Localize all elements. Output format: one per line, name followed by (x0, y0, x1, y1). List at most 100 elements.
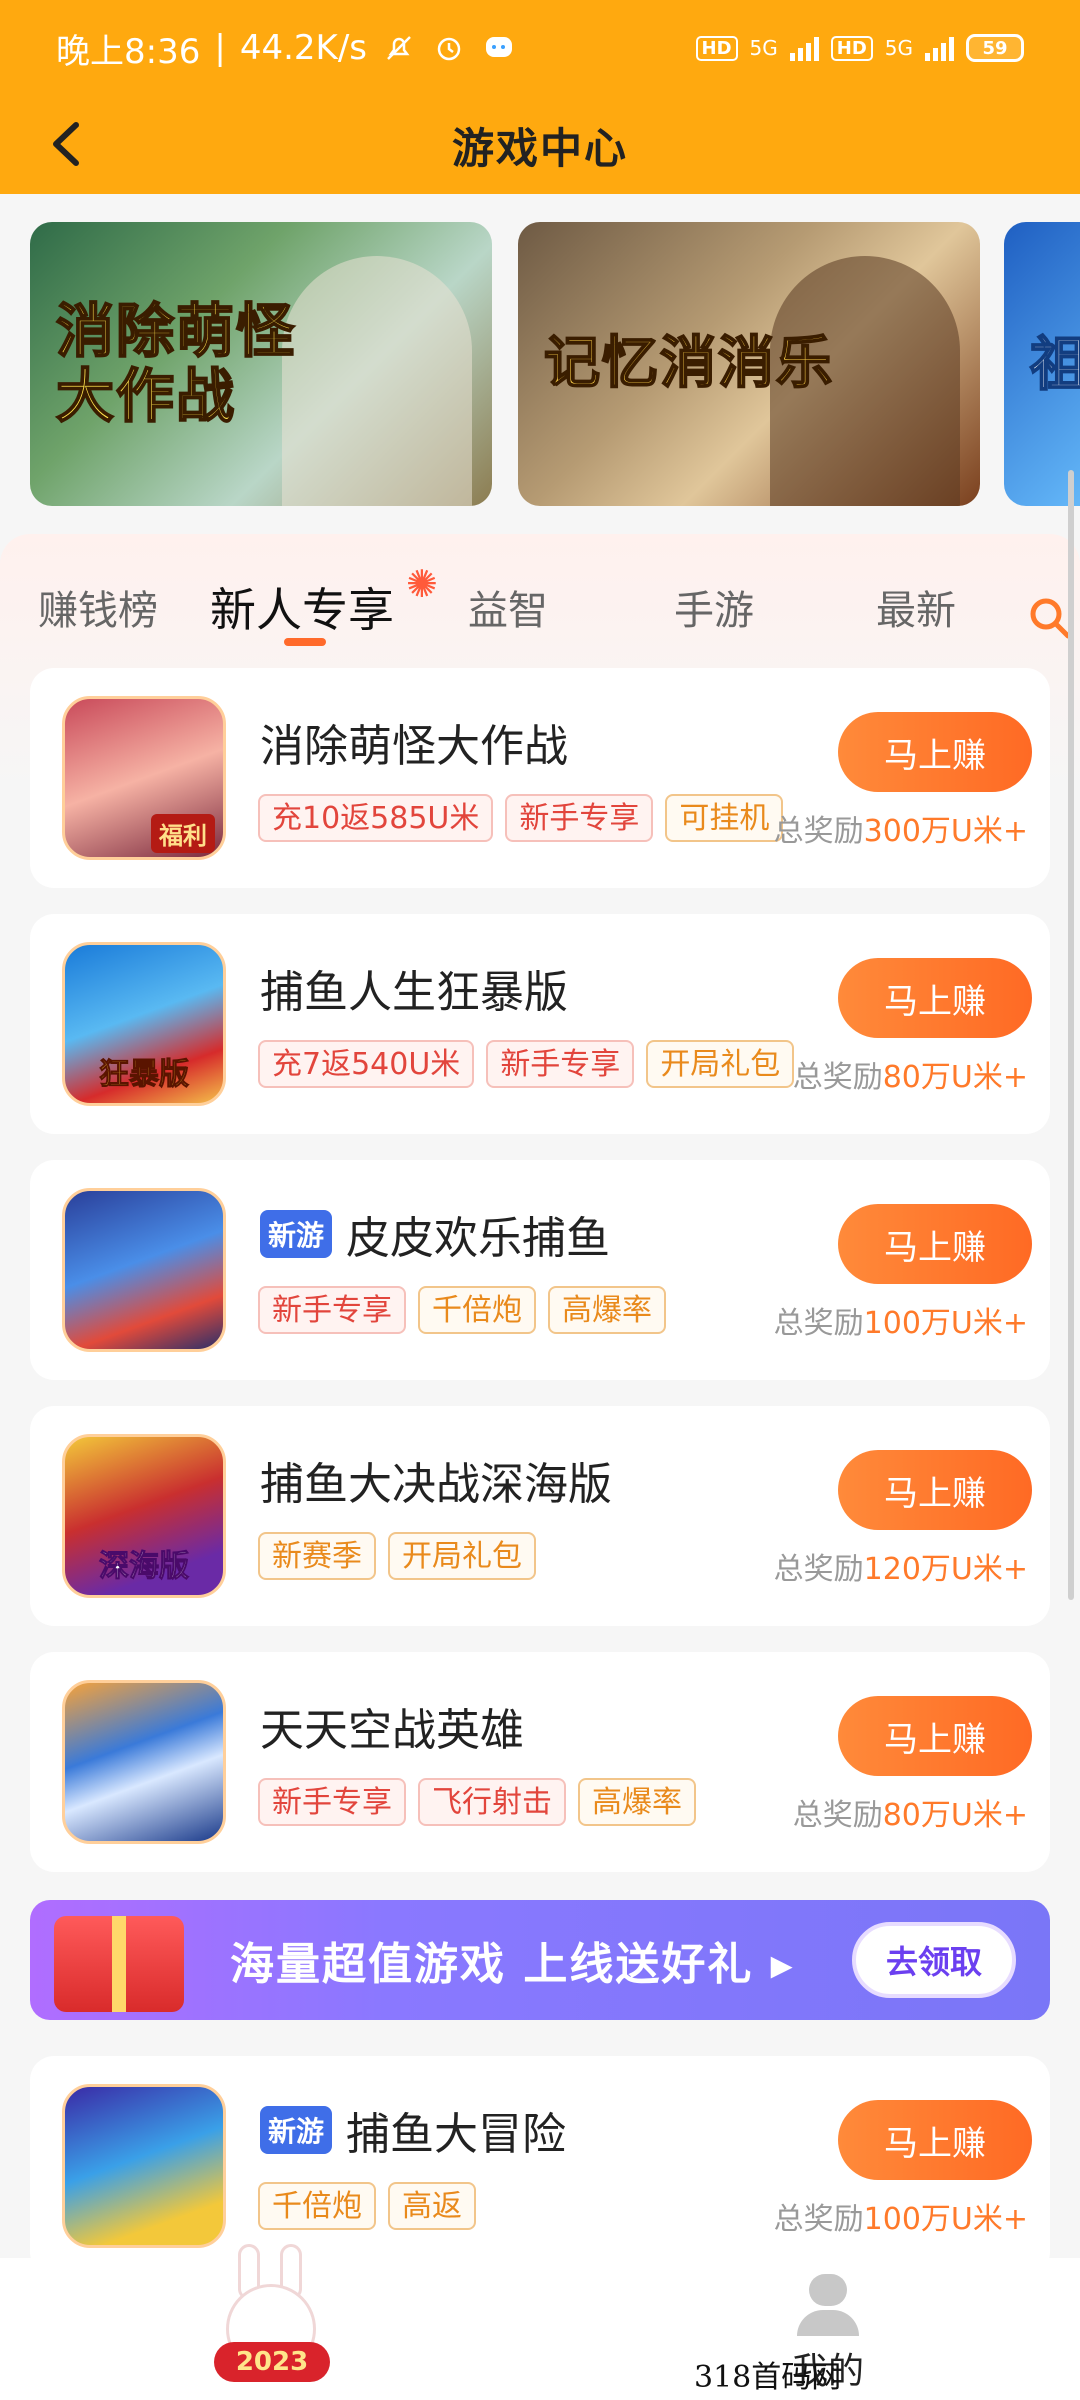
status-speed: 44.2K/s (239, 28, 367, 68)
game-tag: 千倍炮 (418, 1286, 536, 1334)
net-label-2: 5G (884, 36, 913, 60)
game-tag: 可挂机 (665, 794, 784, 842)
sparkle-icon: ✺ (406, 562, 438, 606)
mute-icon (381, 30, 417, 66)
tab-earn-ranking[interactable]: 赚钱榜 (38, 578, 158, 636)
earn-now-button[interactable]: 马上赚 (838, 712, 1032, 792)
banner-title-3: 祖 (1029, 329, 1080, 398)
user-icon (809, 2274, 847, 2307)
game-icon: 深海版 (62, 1434, 226, 1598)
scrollbar[interactable] (1068, 470, 1074, 1600)
banner-carousel[interactable]: 消除萌怪 大作战 记忆消消乐 祖 (0, 222, 1080, 508)
status-time: 晚上8:36 (56, 31, 201, 72)
alarm-icon (431, 30, 467, 66)
game-tag: 高爆率 (578, 1778, 696, 1826)
game-tag: 开局礼包 (388, 1532, 536, 1580)
game-tag: 新赛季 (258, 1532, 376, 1580)
game-name: 捕鱼大决战深海版 (260, 1459, 612, 1510)
game-icon: 狂暴版 (62, 942, 226, 1106)
rabbit-year-tab[interactable]: 2023 (196, 2244, 346, 2394)
banner-game-2[interactable]: 记忆消消乐 (518, 222, 980, 506)
earn-now-button[interactable]: 马上赚 (838, 958, 1032, 1038)
game-tag: 新手专享 (486, 1040, 635, 1088)
page-title: 游戏中心 (451, 123, 628, 173)
icon-badge: 深海版 (99, 1549, 190, 1585)
new-game-badge: 新游 (260, 1210, 333, 1258)
game-tags: 充10返585U米 新手专享 可挂机 (258, 794, 784, 842)
game-tag: 高返 (388, 2182, 476, 2230)
game-tag: 千倍炮 (258, 2182, 376, 2230)
chat-icon (481, 30, 517, 66)
hd-badge-2: HD (830, 35, 873, 61)
total-reward: 总奖励100万U米+ (773, 2202, 1028, 2237)
game-card[interactable]: 福利 消除萌怪大作战 充10返585U米 新手专享 可挂机 马上赚 总奖励300… (30, 668, 1050, 888)
game-tag: 新手专享 (505, 794, 654, 842)
tab-newcomer[interactable]: 新人专享 (210, 574, 394, 640)
game-name: 新游 捕鱼大冒险 (260, 2098, 566, 2162)
page-header: 游戏中心 (0, 96, 1080, 194)
game-name: 天天空战英雄 (260, 1705, 524, 1756)
total-reward: 总奖励300万U米+ (773, 814, 1028, 849)
banner-game-1[interactable]: 消除萌怪 大作战 (30, 222, 492, 506)
search-icon[interactable] (1028, 596, 1072, 640)
watermark: 318首码网 www.e318.com (694, 2360, 925, 2400)
game-name: 新游 皮皮欢乐捕鱼 (260, 1202, 610, 1266)
game-tags: 新赛季 开局礼包 (258, 1532, 536, 1580)
banner-character (282, 256, 472, 506)
game-tag: 高爆率 (548, 1286, 666, 1334)
total-reward: 总奖励120万U米+ (773, 1552, 1028, 1587)
year-label: 2023 (214, 2342, 330, 2382)
signal-icon-1 (789, 35, 819, 61)
game-tag: 开局礼包 (646, 1040, 795, 1088)
status-bar: 晚上8:36 | 44.2K/s HD 5G HD 5G 59 (0, 0, 1080, 96)
game-icon (62, 2084, 226, 2248)
game-tag: 充7返540U米 (258, 1040, 475, 1088)
game-tag: 新手专享 (258, 1778, 406, 1826)
game-icon (62, 1680, 226, 1844)
banner-game-3[interactable]: 祖 (1004, 222, 1080, 506)
total-reward: 总奖励100万U米+ (773, 1306, 1028, 1341)
earn-now-button[interactable]: 马上赚 (838, 1696, 1032, 1776)
game-tags: 新手专享 千倍炮 高爆率 (258, 1286, 666, 1334)
gift-box-icon (54, 1916, 184, 2012)
icon-badge: 福利 (151, 814, 215, 853)
tab-active-indicator (284, 638, 326, 646)
back-button[interactable] (36, 114, 96, 174)
total-reward: 总奖励80万U米+ (792, 1060, 1028, 1095)
game-tag: 新手专享 (258, 1286, 406, 1334)
game-tag: 飞行射击 (418, 1778, 566, 1826)
tab-latest[interactable]: 最新 (876, 578, 956, 636)
top-bar: 晚上8:36 | 44.2K/s HD 5G HD 5G 59 游戏中心 (0, 0, 1080, 194)
game-tags: 充7返540U米 新手专享 开局礼包 (258, 1040, 795, 1088)
net-label-1: 5G (749, 36, 778, 60)
game-card[interactable]: 新游 捕鱼大冒险 千倍炮 高返 马上赚 总奖励100万U米+ (30, 2056, 1050, 2276)
icon-badge: 狂暴版 (99, 1057, 190, 1093)
game-tags: 新手专享 飞行射击 高爆率 (258, 1778, 696, 1826)
game-tags: 千倍炮 高返 (258, 2182, 476, 2230)
game-card[interactable]: 狂暴版 捕鱼人生狂暴版 充7返540U米 新手专享 开局礼包 马上赚 总奖励80… (30, 914, 1050, 1134)
game-tag: 充10返585U米 (258, 794, 494, 842)
game-card[interactable]: 新游 皮皮欢乐捕鱼 新手专享 千倍炮 高爆率 马上赚 总奖励100万U米+ (30, 1160, 1050, 1380)
promo-text: 海量超值游戏 上线送好礼 ▸ (230, 1939, 795, 1990)
game-name: 消除萌怪大作战 (260, 721, 568, 772)
promo-banner[interactable]: 海量超值游戏 上线送好礼 ▸ 去领取 (30, 1900, 1050, 2020)
category-tabs: 赚钱榜 新人专享 ✺ 益智 手游 最新 (0, 558, 1080, 648)
total-reward: 总奖励80万U米+ (792, 1798, 1028, 1833)
game-icon: 福利 (62, 696, 226, 860)
tab-mobile[interactable]: 手游 (674, 578, 754, 636)
signal-icon-2 (925, 35, 954, 61)
chevron-left-icon (53, 122, 79, 166)
game-card[interactable]: 深海版 捕鱼大决战深海版 新赛季 开局礼包 马上赚 总奖励120万U米+ (30, 1406, 1050, 1626)
tab-puzzle[interactable]: 益智 (468, 578, 548, 636)
hd-badge-1: HD (695, 35, 738, 61)
game-name: 捕鱼人生狂暴版 (260, 967, 568, 1018)
earn-now-button[interactable]: 马上赚 (838, 1204, 1032, 1284)
banner-title-2: 记忆消消乐 (543, 330, 834, 396)
earn-now-button[interactable]: 马上赚 (838, 1450, 1032, 1530)
earn-now-button[interactable]: 马上赚 (838, 2100, 1032, 2180)
game-icon (62, 1188, 226, 1352)
new-game-badge: 新游 (260, 2106, 333, 2154)
claim-button[interactable]: 去领取 (852, 1922, 1016, 1998)
battery-icon: 59 (966, 34, 1024, 62)
game-card[interactable]: 天天空战英雄 新手专享 飞行射击 高爆率 马上赚 总奖励80万U米+ (30, 1652, 1050, 1872)
